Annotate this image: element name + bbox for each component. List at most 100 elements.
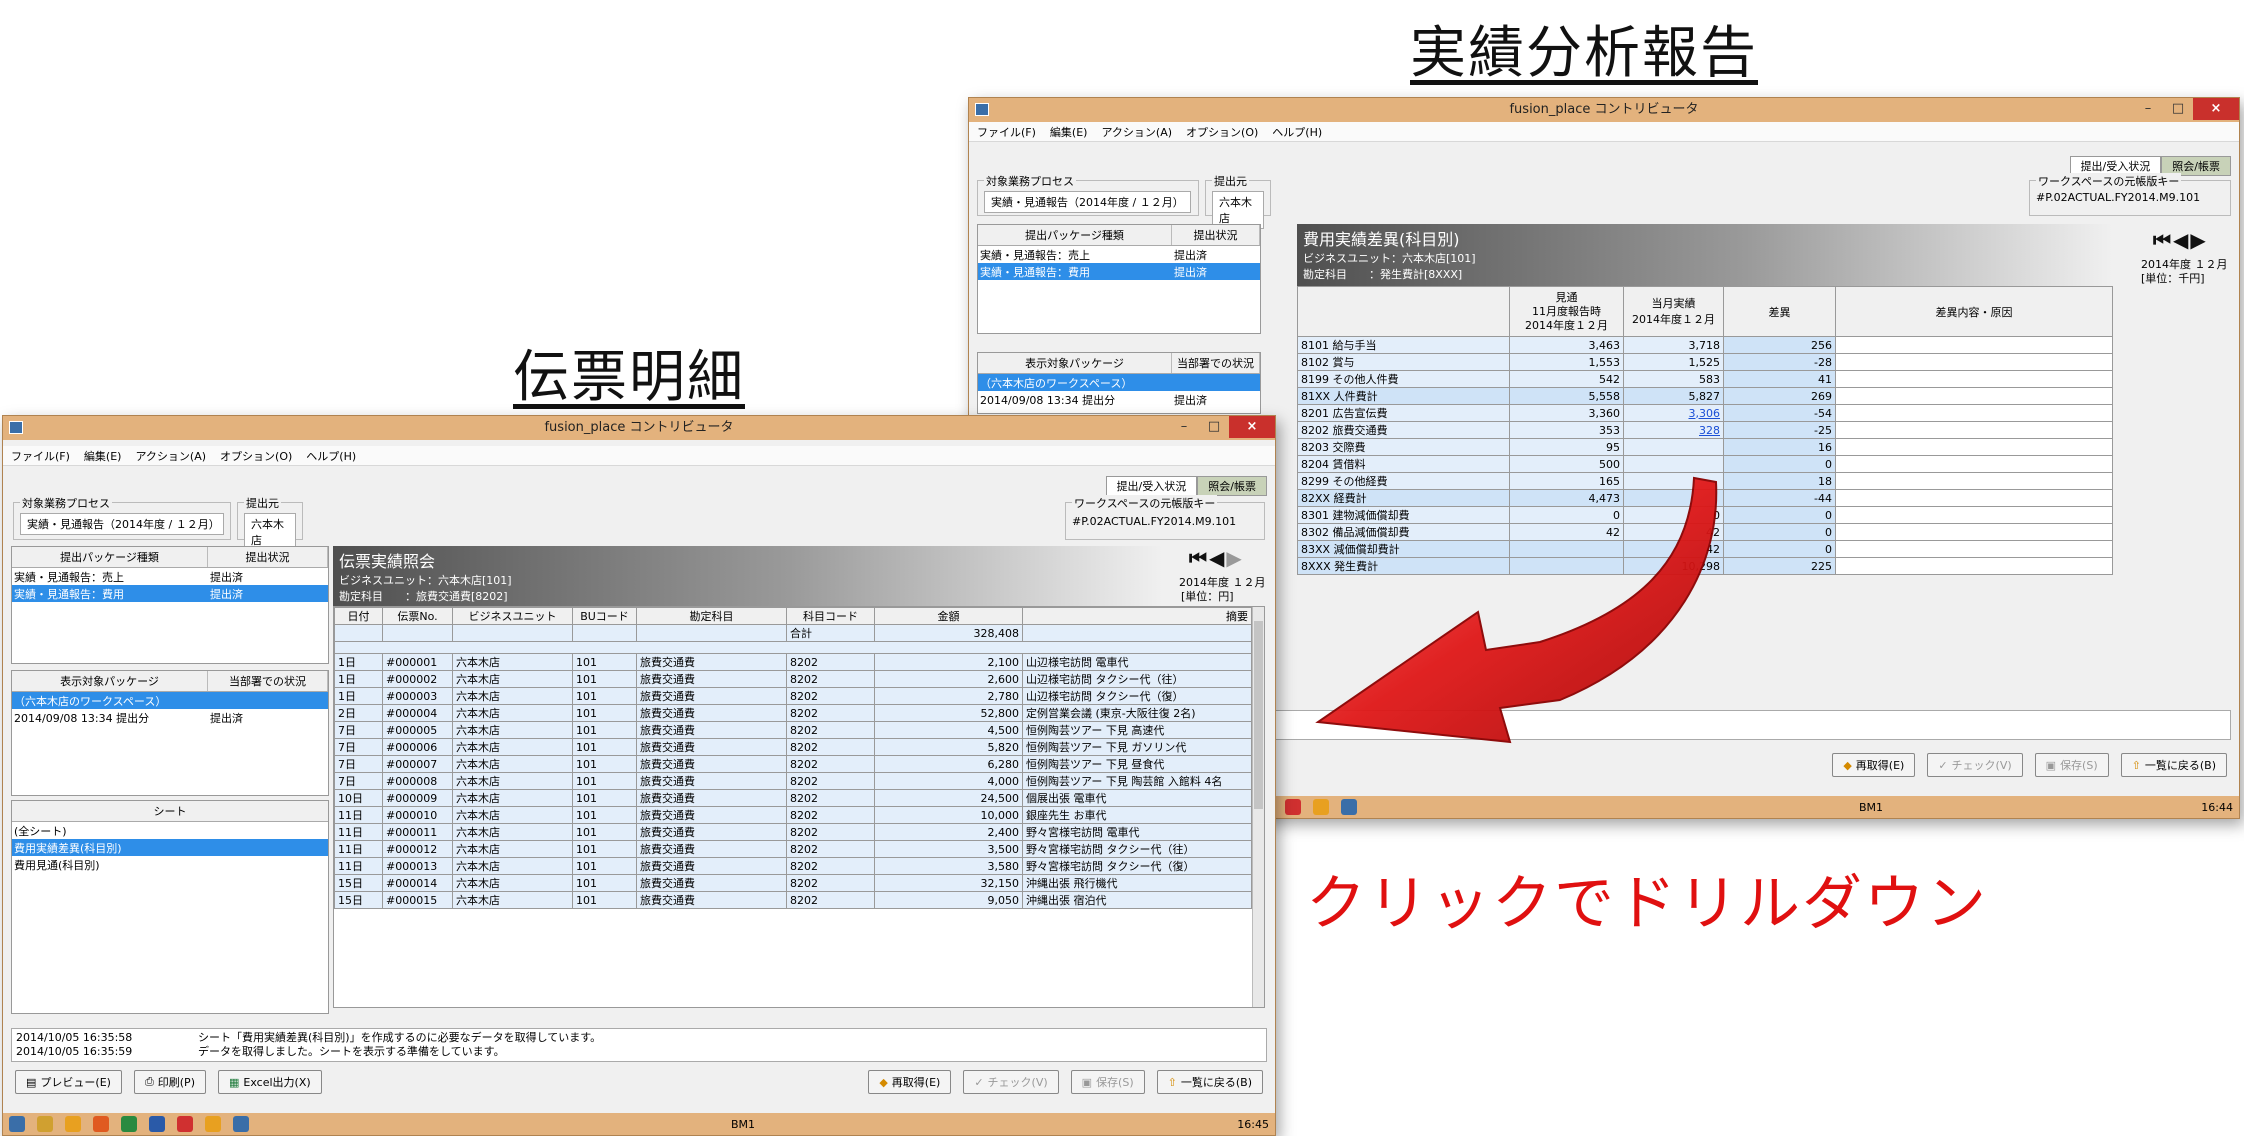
tab-inquiry-report[interactable]: 照会/帳票	[1197, 476, 1267, 496]
cell-account-code: 8202	[786, 738, 875, 756]
tab-submit-status[interactable]: 提出/受入状況	[1105, 476, 1198, 496]
close-button[interactable]: ×	[1229, 416, 1275, 438]
menu-file[interactable]: ファイル(F)	[977, 124, 1036, 140]
next-page-icon[interactable]: ▶	[1226, 546, 1243, 570]
slip-row[interactable]: 7日 #000007 六本木店 101 旅費交通費 8202 6,280 恒例陶芸ツアー 下見…	[334, 755, 1252, 773]
menu-file[interactable]: ファイル(F)	[11, 448, 70, 464]
reason-input[interactable]	[1835, 489, 2113, 507]
next-page-icon[interactable]: ▶	[2190, 228, 2207, 252]
reason-input[interactable]	[1835, 370, 2113, 388]
reason-input[interactable]	[1835, 404, 2113, 422]
menu-action[interactable]: アクション(A)	[135, 448, 206, 464]
menu-option[interactable]: オプション(O)	[220, 448, 292, 464]
print-button[interactable]: ⎙ 印刷(P)	[133, 1070, 206, 1094]
slip-row[interactable]: 10日 #000009 六本木店 101 旅費交通費 8202 24,500 個展出張 電車代	[334, 789, 1252, 807]
check-button[interactable]: ✓ チェック(V)	[963, 1070, 1059, 1094]
display-row-selected[interactable]: （六本木店のワークスペース）	[12, 692, 328, 709]
cell-bu-code: 101	[572, 823, 637, 841]
reason-input[interactable]	[1835, 523, 2113, 541]
menu-edit[interactable]: 編集(E)	[84, 448, 122, 464]
word-taskbar-icon[interactable]	[149, 1116, 165, 1132]
save-button[interactable]: ▣ 保存(S)	[1070, 1070, 1145, 1094]
app-taskbar-icon[interactable]	[177, 1116, 193, 1132]
chrome-taskbar-icon[interactable]	[205, 1116, 221, 1132]
excel-taskbar-icon[interactable]	[121, 1116, 137, 1132]
slip-row[interactable]: 1日 #000002 六本木店 101 旅費交通費 8202 2,600 山辺様宅訪問 タクシ…	[334, 670, 1252, 688]
slip-row[interactable]: 1日 #000003 六本木店 101 旅費交通費 8202 2,780 山辺様宅訪問 タクシ…	[334, 687, 1252, 705]
reason-input[interactable]	[1835, 387, 2113, 405]
heading-slip-detail: 伝票明細	[513, 345, 745, 410]
fusion-taskbar-icon[interactable]	[233, 1116, 249, 1132]
reason-input[interactable]	[1835, 506, 2113, 524]
explorer-taskbar-icon[interactable]	[37, 1116, 53, 1132]
folder-taskbar-icon[interactable]	[65, 1116, 81, 1132]
refresh-button[interactable]: ◆ 再取得(E)	[868, 1070, 952, 1094]
menu-option[interactable]: オプション(O)	[1186, 124, 1258, 140]
reason-input[interactable]	[1835, 455, 2113, 473]
reason-input[interactable]	[1835, 421, 2113, 439]
minimize-button[interactable]: –	[1169, 416, 1199, 438]
scroll-thumb[interactable]	[1254, 621, 1263, 809]
actual-drilldown-link[interactable]: 3,306	[1623, 404, 1724, 422]
sheet-row-selected[interactable]: 費用実績差異(科目別)	[12, 839, 328, 856]
slip-row[interactable]: 2日 #000004 六本木店 101 旅費交通費 8202 52,800 定例営業会議 (東…	[334, 704, 1252, 722]
reason-input[interactable]	[1835, 540, 2113, 558]
slip-row[interactable]: 1日 #000001 六本木店 101 旅費交通費 8202 2,100 山辺様宅訪問 電車代	[334, 653, 1252, 671]
check-button[interactable]: ✓ チェック(V)	[1927, 753, 2023, 777]
fusion-taskbar-icon[interactable]	[1341, 799, 1357, 815]
start-icon[interactable]	[9, 1116, 25, 1132]
slip-row[interactable]: 7日 #000005 六本木店 101 旅費交通費 8202 4,500 恒例陶芸ツアー 下見…	[334, 721, 1252, 739]
preview-button[interactable]: ▤ プレビュー(E)	[15, 1070, 122, 1094]
vertical-scrollbar[interactable]	[1252, 607, 1264, 1007]
first-page-icon[interactable]: ⏮	[1189, 546, 1209, 570]
display-row[interactable]: 2014/09/08 13:34 提出分 提出済	[12, 709, 328, 726]
minimize-button[interactable]: –	[2133, 98, 2163, 120]
cell-account: 旅費交通費	[636, 670, 787, 688]
slip-row[interactable]: 15日 #000014 六本木店 101 旅費交通費 8202 32,150 沖縄出張 飛行機…	[334, 874, 1252, 892]
save-button[interactable]: ▣ 保存(S)	[2034, 753, 2109, 777]
slip-row[interactable]: 11日 #000011 六本木店 101 旅費交通費 8202 2,400 野々宮様宅訪問 電…	[334, 823, 1252, 841]
app-taskbar-icon[interactable]	[1285, 799, 1301, 815]
actual-drilldown-link[interactable]: 328	[1623, 421, 1724, 439]
menu-help[interactable]: ヘルプ(H)	[1272, 124, 1322, 140]
slip-row[interactable]: 7日 #000008 六本木店 101 旅費交通費 8202 4,000 恒例陶芸ツアー 下見…	[334, 772, 1252, 790]
prev-page-icon[interactable]: ◀	[1209, 546, 1226, 570]
account-row: 8199 その他人件費 542 583 41	[1297, 370, 2113, 388]
reason-input[interactable]	[1835, 438, 2113, 456]
slip-row[interactable]: 11日 #000013 六本木店 101 旅費交通費 8202 3,580 野々宮様宅訪問 タ…	[334, 857, 1252, 875]
package-row[interactable]: 実績・見通報告：売上 提出済	[12, 568, 328, 585]
excel-export-button[interactable]: ▦ Excel出力(X)	[217, 1070, 322, 1094]
menu-action[interactable]: アクション(A)	[1101, 124, 1172, 140]
variance-value: -25	[1723, 421, 1836, 439]
sheet-row[interactable]: 費用見通(科目別)	[12, 856, 328, 873]
package-row-selected[interactable]: 実績・見通報告：費用 提出済	[978, 263, 1260, 280]
slip-row[interactable]: 7日 #000006 六本木店 101 旅費交通費 8202 5,820 恒例陶芸ツアー 下見…	[334, 738, 1252, 756]
powerpoint-taskbar-icon[interactable]	[93, 1116, 109, 1132]
maximize-button[interactable]: □	[1199, 416, 1229, 438]
slip-row[interactable]: 15日 #000015 六本木店 101 旅費交通費 8202 9,050 沖縄出張 宿泊代	[334, 891, 1252, 909]
display-row-selected[interactable]: （六本木店のワークスペース）	[978, 374, 1260, 391]
sheet-row[interactable]: (全シート)	[12, 822, 328, 839]
maximize-button[interactable]: □	[2163, 98, 2193, 120]
back-to-list-button[interactable]: ⇧ 一覧に戻る(B)	[1156, 1070, 1263, 1094]
menu-help[interactable]: ヘルプ(H)	[306, 448, 356, 464]
package-row[interactable]: 実績・見通報告：売上 提出済	[978, 246, 1260, 263]
display-row[interactable]: 2014/09/08 13:34 提出分 提出済	[978, 391, 1260, 408]
prev-page-icon[interactable]: ◀	[2173, 228, 2190, 252]
back-to-list-button[interactable]: ⇧ 一覧に戻る(B)	[2120, 753, 2227, 777]
slip-row[interactable]: 11日 #000012 六本木店 101 旅費交通費 8202 3,500 野々宮様宅訪問 タ…	[334, 840, 1252, 858]
chrome-taskbar-icon[interactable]	[1313, 799, 1329, 815]
close-button[interactable]: ×	[2193, 98, 2239, 120]
reason-input[interactable]	[1835, 353, 2113, 371]
sheet-name: 費用見通(科目別)	[14, 858, 100, 872]
account-row: 8202 旅費交通費 353 328 -25	[1297, 421, 2113, 439]
slip-table-scroll[interactable]: 日付 伝票No. ビジネスユニット BUコード 勘定科目 科目コード 金額 摘要…	[333, 606, 1265, 1008]
slip-row[interactable]: 11日 #000010 六本木店 101 旅費交通費 8202 10,000 銀座先生 お車代	[334, 806, 1252, 824]
first-page-icon[interactable]: ⏮	[2153, 228, 2173, 252]
reason-input[interactable]	[1835, 336, 2113, 354]
menu-edit[interactable]: 編集(E)	[1050, 124, 1088, 140]
reason-input[interactable]	[1835, 472, 2113, 490]
package-row-selected[interactable]: 実績・見通報告：費用 提出済	[12, 585, 328, 602]
reason-input[interactable]	[1835, 557, 2113, 575]
refresh-button[interactable]: ◆ 再取得(E)	[1832, 753, 1916, 777]
